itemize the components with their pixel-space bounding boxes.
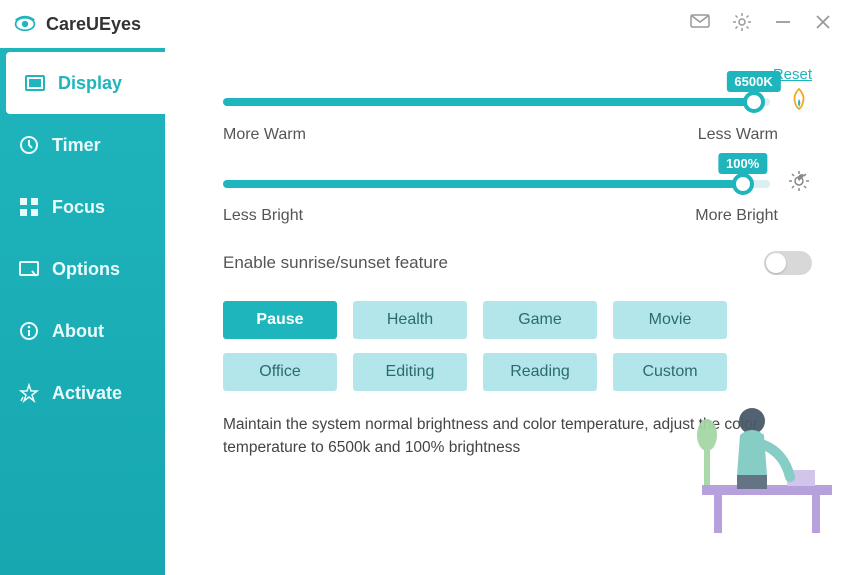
sidebar-item-label: Focus [52,197,105,218]
sunrise-label: Enable sunrise/sunset feature [223,253,448,273]
brightness-slider-block: 100% Less Bright More Bright [223,170,812,225]
sidebar-item-focus[interactable]: Focus [0,176,165,238]
app-logo-icon [14,13,36,35]
info-icon [18,320,40,342]
mode-health[interactable]: Health [353,301,467,339]
temperature-slider[interactable]: 6500K [223,90,770,114]
sidebar-item-label: Activate [52,383,122,404]
brightness-icon [786,170,812,197]
focus-icon [18,196,40,218]
sidebar-item-options[interactable]: Options [0,238,165,300]
sidebar-item-display[interactable]: Display [6,52,165,114]
mode-pause[interactable]: Pause [223,301,337,339]
close-button[interactable] [814,13,832,36]
brand: CareUEyes [14,13,141,35]
temperature-label-right: Less Warm [698,126,778,144]
feedback-icon[interactable] [690,14,710,35]
sidebar: Display Timer Focus Options About Activa… [0,48,165,575]
temperature-label-left: More Warm [223,126,306,144]
brightness-slider[interactable]: 100% [223,172,770,196]
mode-custom[interactable]: Custom [613,353,727,391]
sidebar-item-label: Options [52,259,120,280]
window-controls [690,12,832,37]
brightness-value: 100% [726,156,759,171]
options-icon [18,258,40,280]
mode-office[interactable]: Office [223,353,337,391]
mode-editing[interactable]: Editing [353,353,467,391]
sidebar-item-label: Display [58,73,122,94]
minimize-button[interactable] [774,13,792,36]
app-title: CareUEyes [46,14,141,35]
sidebar-item-timer[interactable]: Timer [0,114,165,176]
clock-icon [18,134,40,156]
temperature-slider-block: 6500K More Warm Less Warm [223,87,812,144]
sidebar-item-label: About [52,321,104,342]
display-icon [24,72,46,94]
sidebar-item-label: Timer [52,135,101,156]
mode-description: Maintain the system normal brightness an… [223,413,783,460]
brightness-label-right: More Bright [695,207,778,225]
sidebar-item-activate[interactable]: Activate [0,362,165,424]
flame-icon [786,87,812,116]
mode-grid: Pause Health Game Movie Office Editing R… [223,301,812,391]
main-panel: Reset 6500K More Warm Less Warm [165,48,850,575]
sunrise-toggle[interactable] [764,251,812,275]
temperature-value: 6500K [734,74,772,89]
gear-icon[interactable] [732,12,752,37]
mode-game[interactable]: Game [483,301,597,339]
activate-icon [18,382,40,404]
sunrise-row: Enable sunrise/sunset feature [223,251,812,275]
sidebar-item-about[interactable]: About [0,300,165,362]
titlebar: CareUEyes [0,0,850,48]
brightness-label-left: Less Bright [223,207,303,225]
mode-reading[interactable]: Reading [483,353,597,391]
mode-movie[interactable]: Movie [613,301,727,339]
